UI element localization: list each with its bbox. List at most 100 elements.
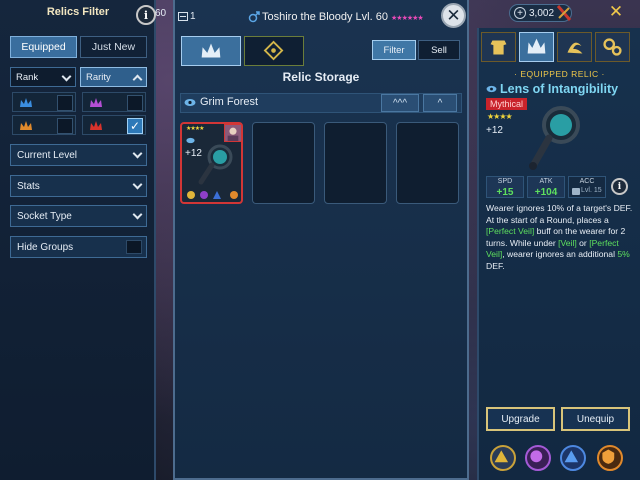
- socket-type-label: Socket Type: [17, 210, 72, 222]
- relic-crown-icon: [527, 38, 546, 54]
- relic-socket-icons: [187, 191, 238, 199]
- rank-dropdown[interactable]: Rank: [10, 67, 76, 87]
- rarity-option-epic[interactable]: [82, 92, 146, 112]
- orange-shield-icon: [602, 449, 615, 464]
- relic-slot-selected[interactable]: ★★★★ +12: [180, 122, 243, 204]
- storage-count: 1: [190, 11, 196, 22]
- tab-skills[interactable]: [557, 32, 592, 62]
- stat-label: ATK: [539, 178, 553, 185]
- blue-crown-icon: [20, 98, 32, 107]
- filter-grid-row-2: ✓: [12, 115, 146, 135]
- rank-option-blue[interactable]: [12, 92, 76, 112]
- socket-gold-button[interactable]: [490, 445, 516, 471]
- eye-icon: [186, 137, 195, 144]
- tab-hero-stats[interactable]: [481, 32, 516, 62]
- stat-info-button[interactable]: i: [611, 178, 628, 195]
- socket-type-dropdown[interactable]: Socket Type: [10, 205, 147, 227]
- stat-unlock-level: Lvl. 15: [581, 187, 602, 194]
- chevron-down-icon: [132, 179, 143, 190]
- chevron-down-icon: [61, 71, 72, 82]
- rarity-dropdown-label: Rarity: [86, 71, 111, 83]
- equipped-relic-header: · EQUIPPED RELIC ·: [514, 69, 605, 79]
- chevron-down-icon: [132, 209, 143, 220]
- purple-heart-icon: [530, 450, 543, 463]
- rarity-epic-checkbox[interactable]: [127, 95, 143, 111]
- current-level-label: Current Level: [17, 149, 78, 161]
- filter-grid-row-1: [12, 92, 146, 112]
- unequip-button[interactable]: Unequip: [561, 407, 630, 431]
- collapse-group-button[interactable]: ^: [423, 94, 457, 112]
- red-crown-icon: [90, 121, 102, 130]
- desc-text: Wearer ignores 10% of a target's DEF. At…: [486, 203, 633, 225]
- hero-level-counter: 60: [155, 8, 167, 19]
- close-detail-icon[interactable]: ✕: [606, 2, 626, 22]
- socket-blue-button[interactable]: [560, 445, 586, 471]
- relic-stars: ★★★★: [487, 112, 513, 121]
- rarity-mythical-checkbox[interactable]: ✓: [127, 118, 143, 134]
- stat-value: +15: [496, 187, 514, 198]
- blue-triangle-icon: [564, 450, 579, 463]
- desc-highlight: 5%: [617, 249, 630, 259]
- stat-atk: ATK +104: [527, 176, 565, 198]
- rank-blue-checkbox[interactable]: [57, 95, 73, 111]
- current-level-dropdown[interactable]: Current Level: [10, 144, 147, 166]
- tab-masteries[interactable]: [595, 32, 630, 62]
- hide-groups-label: Hide Groups: [17, 241, 74, 253]
- lens-relic-icon: [529, 106, 580, 170]
- upgrade-button[interactable]: Upgrade: [486, 407, 555, 431]
- stat-label: ACC: [579, 178, 595, 185]
- relic-slot-empty[interactable]: [324, 122, 387, 204]
- hero-title: Toshiro the Bloody Lvl. 60 ★★★★★★: [262, 11, 424, 23]
- close-button[interactable]: ✕: [441, 3, 466, 28]
- gears-icon: [603, 38, 622, 56]
- relic-crown-icon: [201, 43, 221, 58]
- hide-groups-switch[interactable]: [126, 240, 142, 254]
- filter-info-button[interactable]: i: [136, 5, 156, 25]
- filter-panel-title: Relics Filter: [46, 6, 110, 18]
- gold-triangle-icon: [494, 450, 509, 463]
- desc-text: , wearer ignores an additional: [502, 249, 618, 259]
- relic-slot-empty[interactable]: [396, 122, 459, 204]
- tab-just-new[interactable]: Just New: [80, 36, 147, 58]
- relic-level: +12: [486, 125, 503, 136]
- relic-slot-empty[interactable]: [252, 122, 315, 204]
- socket-purple-button[interactable]: [525, 445, 551, 471]
- relic-description: Wearer ignores 10% of a target's DEF. At…: [486, 203, 636, 272]
- add-currency-icon[interactable]: +: [514, 7, 526, 19]
- filter-button[interactable]: Filter: [372, 40, 416, 60]
- skill-swirl-icon: [567, 42, 583, 54]
- hide-groups-toggle[interactable]: Hide Groups: [10, 236, 147, 258]
- tab-relic-detail[interactable]: [519, 32, 554, 62]
- rarity-option-mythical[interactable]: ✓: [82, 115, 146, 135]
- chevron-down-icon: [132, 148, 143, 159]
- lens-relic-icon: [198, 144, 233, 185]
- rarity-badge: Mythical: [486, 98, 528, 110]
- relic-name: Lens of Intangibility: [500, 82, 619, 96]
- artifact-rune-icon: [263, 40, 284, 61]
- rank-dropdown-label: Rank: [16, 71, 39, 83]
- desc-highlight: [Perfect Veil]: [486, 226, 535, 236]
- hero-stars: ★★★★★★: [391, 15, 424, 22]
- hero-name: Toshiro the Bloody Lvl. 60: [262, 11, 388, 23]
- relic-storage-title: Relic Storage: [282, 70, 360, 84]
- rarity-dropdown[interactable]: Rarity: [80, 67, 147, 87]
- tab-artifacts[interactable]: [244, 36, 304, 66]
- relic-group-name: Grim Forest: [200, 96, 259, 108]
- slot-relic-stars: ★★★★: [186, 126, 204, 132]
- rank-orange-checkbox[interactable]: [57, 118, 73, 134]
- socket-orange-button[interactable]: [597, 445, 623, 471]
- stat-label: SPD: [497, 178, 513, 185]
- purple-crown-icon: [90, 98, 102, 107]
- collapse-all-button[interactable]: ^^^: [381, 94, 419, 112]
- desc-text: or: [576, 237, 590, 248]
- desc-highlight: [Veil]: [558, 237, 577, 248]
- rank-option-orange[interactable]: [12, 115, 76, 135]
- tab-equipped[interactable]: Equipped: [10, 36, 77, 58]
- sell-button[interactable]: Sell: [418, 40, 460, 60]
- hero-gender-icon: [248, 11, 260, 23]
- stats-label: Stats: [17, 180, 40, 192]
- stats-dropdown[interactable]: Stats: [10, 175, 147, 197]
- eye-icon: [486, 85, 497, 93]
- tab-relics[interactable]: [181, 36, 241, 66]
- currency-icon: [556, 5, 572, 21]
